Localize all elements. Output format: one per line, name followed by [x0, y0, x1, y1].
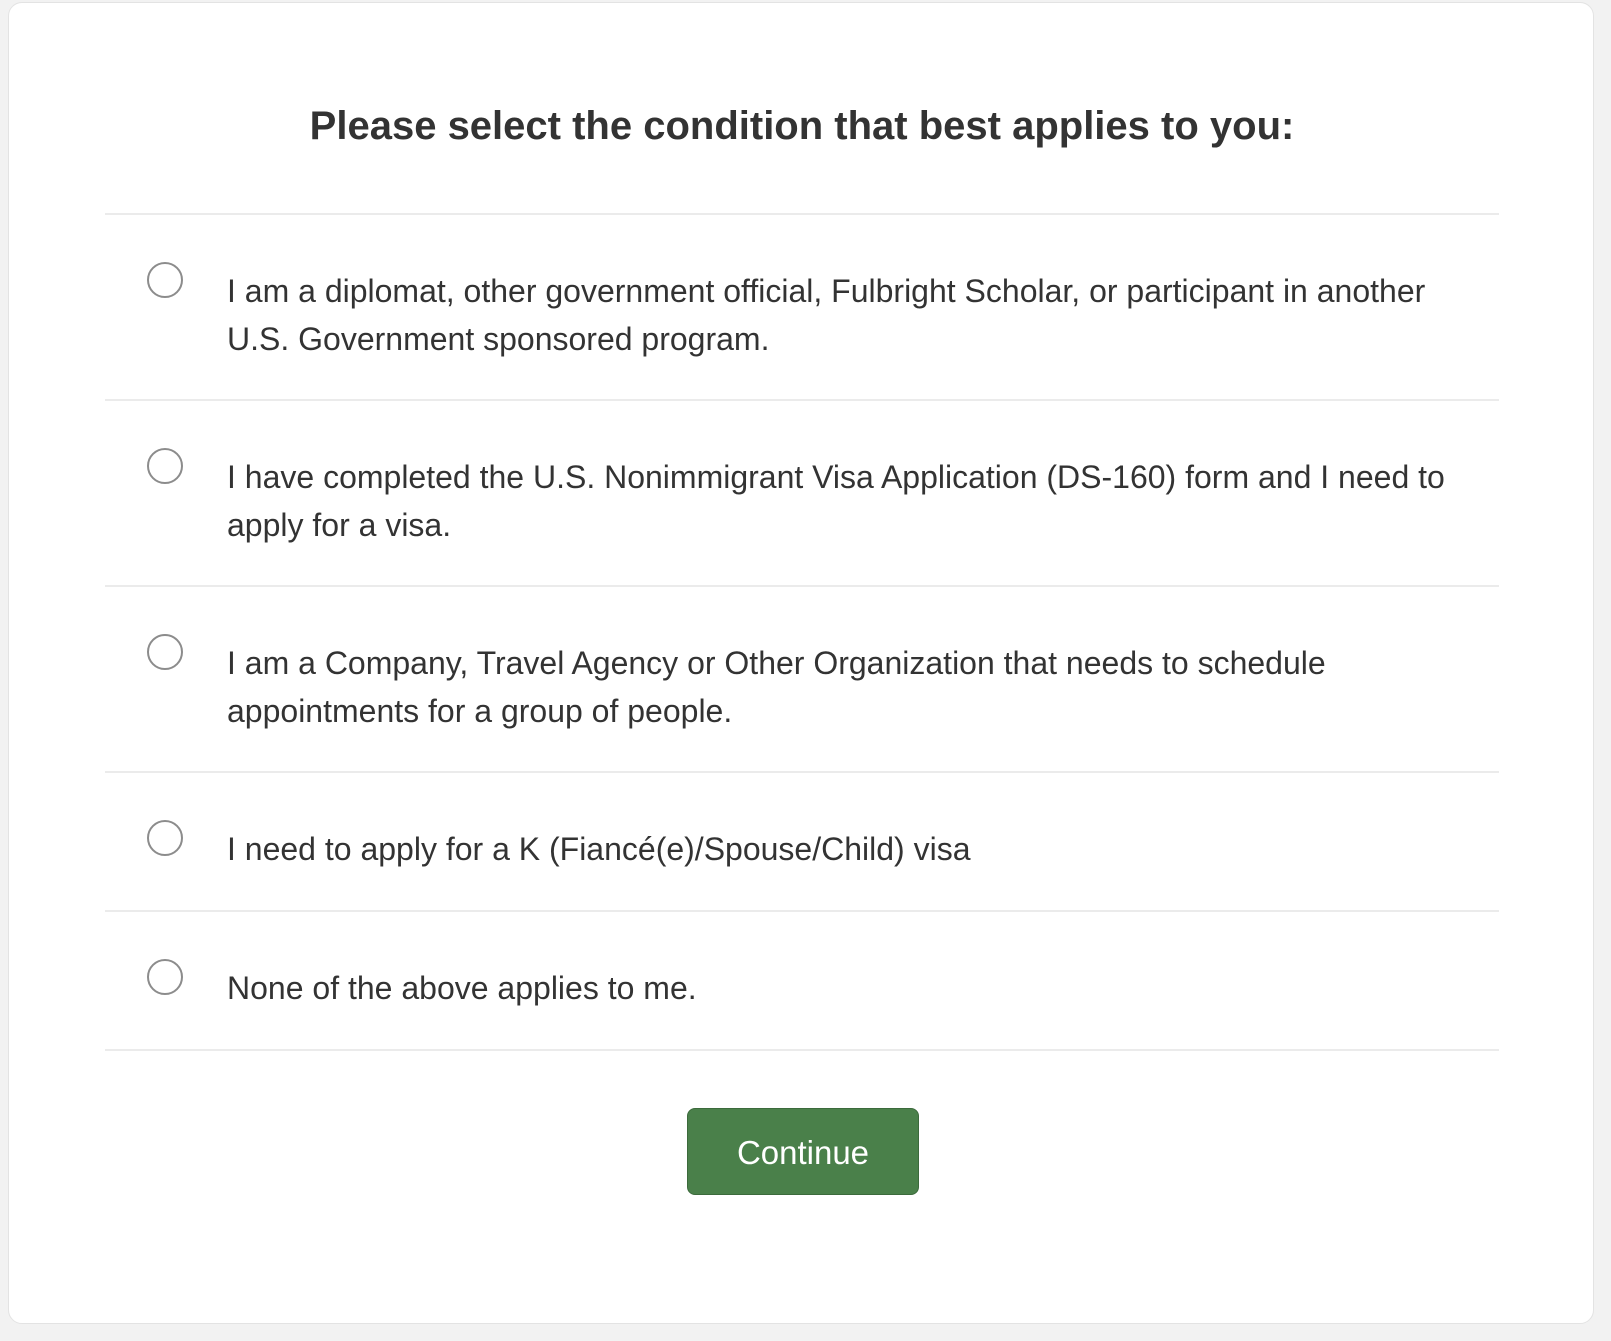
continue-button[interactable]: Continue [687, 1108, 919, 1195]
radio-button[interactable] [147, 959, 183, 995]
selection-card: Please select the condition that best ap… [8, 2, 1594, 1324]
option-none-of-above[interactable]: None of the above applies to me. [105, 912, 1499, 1051]
option-label: I am a Company, Travel Agency or Other O… [227, 645, 1326, 729]
option-group-organization[interactable]: I am a Company, Travel Agency or Other O… [105, 587, 1499, 773]
condition-options: I am a diplomat, other government offici… [105, 213, 1499, 1051]
option-k-visa[interactable]: I need to apply for a K (Fiancé(e)/Spous… [105, 773, 1499, 912]
option-label: I have completed the U.S. Nonimmigrant V… [227, 459, 1445, 543]
radio-button[interactable] [147, 448, 183, 484]
option-label: None of the above applies to me. [227, 970, 697, 1006]
radio-button[interactable] [147, 634, 183, 670]
page-title: Please select the condition that best ap… [309, 104, 1295, 148]
option-label: I am a diplomat, other government offici… [227, 273, 1426, 357]
radio-button[interactable] [147, 262, 183, 298]
option-label: I need to apply for a K (Fiancé(e)/Spous… [227, 831, 971, 867]
radio-button[interactable] [147, 820, 183, 856]
option-diplomat[interactable]: I am a diplomat, other government offici… [105, 215, 1499, 401]
option-ds160-completed[interactable]: I have completed the U.S. Nonimmigrant V… [105, 401, 1499, 587]
